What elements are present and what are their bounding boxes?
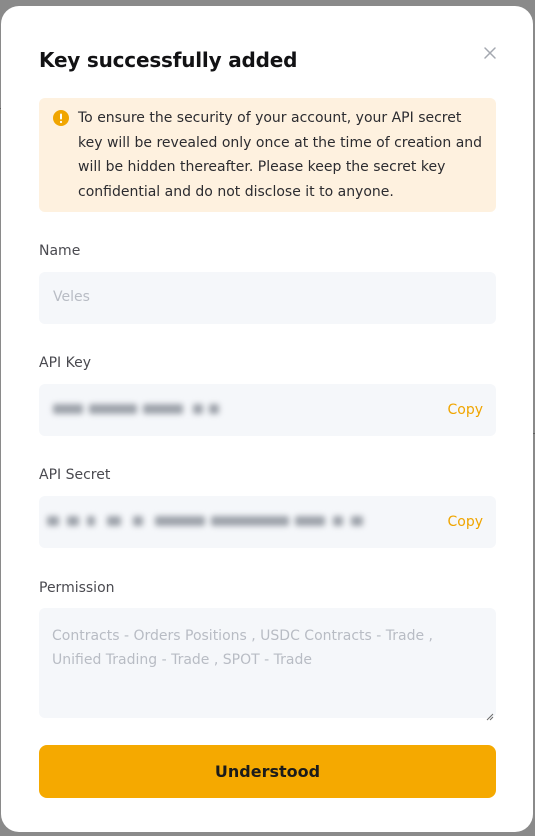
dialog-title: Key successfully added: [39, 48, 298, 72]
understood-button[interactable]: Understood: [39, 745, 496, 798]
close-icon[interactable]: [479, 42, 501, 64]
api-key-masked-value: [53, 400, 223, 420]
permission-value: Contracts - Orders Positions , USDC Cont…: [52, 628, 433, 668]
notice-text: To ensure the security of your account, …: [78, 110, 483, 200]
api-key-label: API Key: [39, 355, 91, 371]
security-notice: To ensure the security of your account, …: [39, 98, 496, 212]
name-value: Veles: [53, 289, 90, 305]
api-key-field: Copy: [39, 384, 496, 436]
resize-handle-icon[interactable]: [484, 706, 494, 721]
name-field: Veles: [39, 272, 496, 324]
permission-textarea[interactable]: Contracts - Orders Positions , USDC Cont…: [39, 608, 496, 721]
copy-api-key-button[interactable]: Copy: [447, 402, 483, 418]
warning-circle-icon: [53, 110, 69, 126]
key-added-dialog: Key successfully added To ensure the sec…: [1, 6, 533, 832]
api-secret-label: API Secret: [39, 467, 111, 483]
permission-label: Permission: [39, 580, 115, 596]
api-secret-masked-value: [47, 512, 377, 532]
name-label: Name: [39, 243, 81, 259]
copy-api-secret-button[interactable]: Copy: [447, 514, 483, 530]
api-secret-field: Copy: [39, 496, 496, 548]
